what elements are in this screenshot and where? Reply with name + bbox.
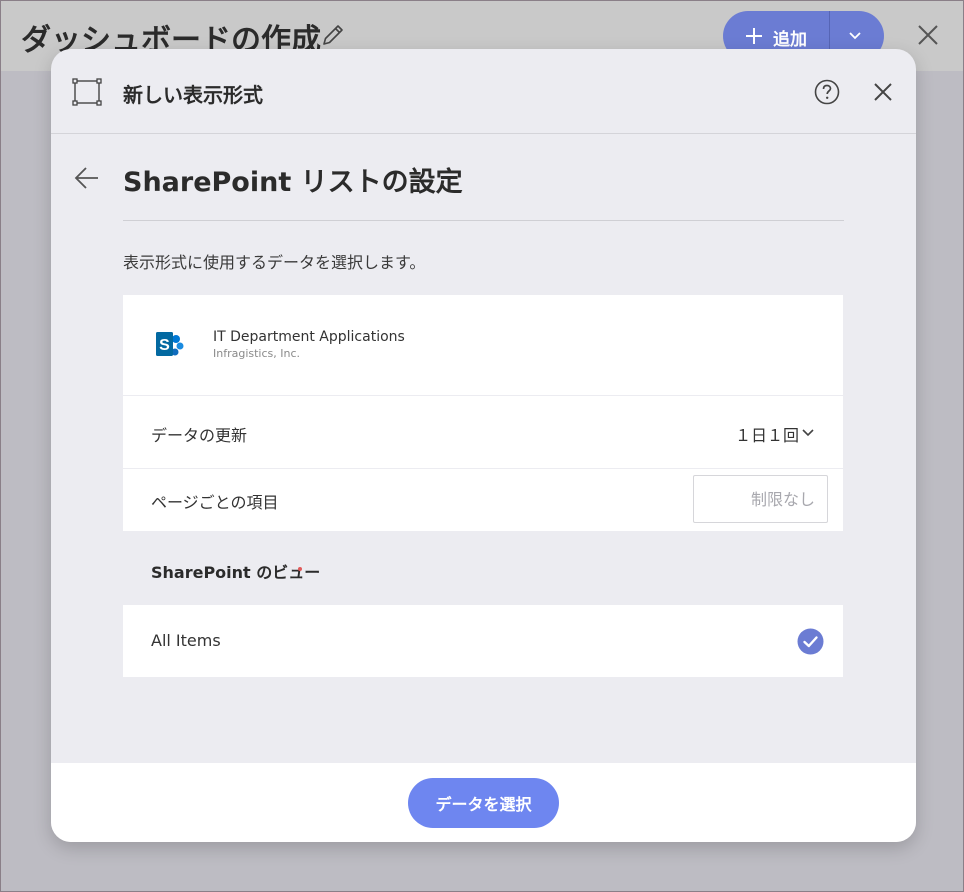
plus-icon	[746, 28, 762, 44]
pencil-icon[interactable]	[319, 21, 347, 49]
items-per-page-label: ページごとの項目	[151, 493, 279, 512]
data-refresh-select[interactable]: １日１回	[735, 422, 799, 446]
sharepoint-view-label: SharePoint のビュー	[151, 563, 321, 582]
check-circle-icon	[797, 628, 824, 655]
back-arrow-icon[interactable]	[73, 164, 101, 192]
view-item-label: All Items	[151, 631, 221, 650]
chevron-down-icon[interactable]	[847, 29, 863, 43]
new-visualization-dialog: 新しい表示形式 SharePoint リストの設定 表示形式に使用するデータを選…	[51, 49, 916, 842]
visualization-frame-icon	[72, 78, 102, 106]
divider	[123, 220, 844, 221]
svg-text:S: S	[159, 337, 170, 354]
items-per-page-input[interactable]	[693, 475, 828, 523]
help-icon[interactable]	[813, 78, 841, 106]
close-icon[interactable]	[871, 80, 895, 104]
required-indicator	[298, 567, 302, 571]
sharepoint-logo-icon: S	[156, 332, 184, 356]
description-text: 表示形式に使用するデータを選択します。	[123, 253, 426, 272]
dialog-footer: データを選択	[51, 763, 916, 842]
chevron-down-icon[interactable]	[801, 427, 815, 439]
source-name: IT Department Applications	[213, 329, 405, 345]
dialog-header: 新しい表示形式	[51, 49, 916, 134]
data-source-card[interactable]: S IT Department Applications Infragistic…	[123, 295, 843, 396]
data-refresh-label: データの更新	[151, 426, 248, 445]
dialog-title: 新しい表示形式	[123, 83, 263, 107]
view-list-item[interactable]: All Items	[123, 605, 843, 677]
data-refresh-row: データの更新 １日１回	[123, 396, 843, 469]
source-subtitle: Infragistics, Inc.	[213, 347, 301, 360]
section-title: SharePoint リストの設定	[123, 167, 463, 198]
add-button-label: 追加	[773, 30, 807, 50]
select-data-button[interactable]: データを選択	[408, 778, 559, 828]
items-per-page-row: ページごとの項目	[123, 469, 843, 531]
close-icon[interactable]	[916, 23, 940, 47]
